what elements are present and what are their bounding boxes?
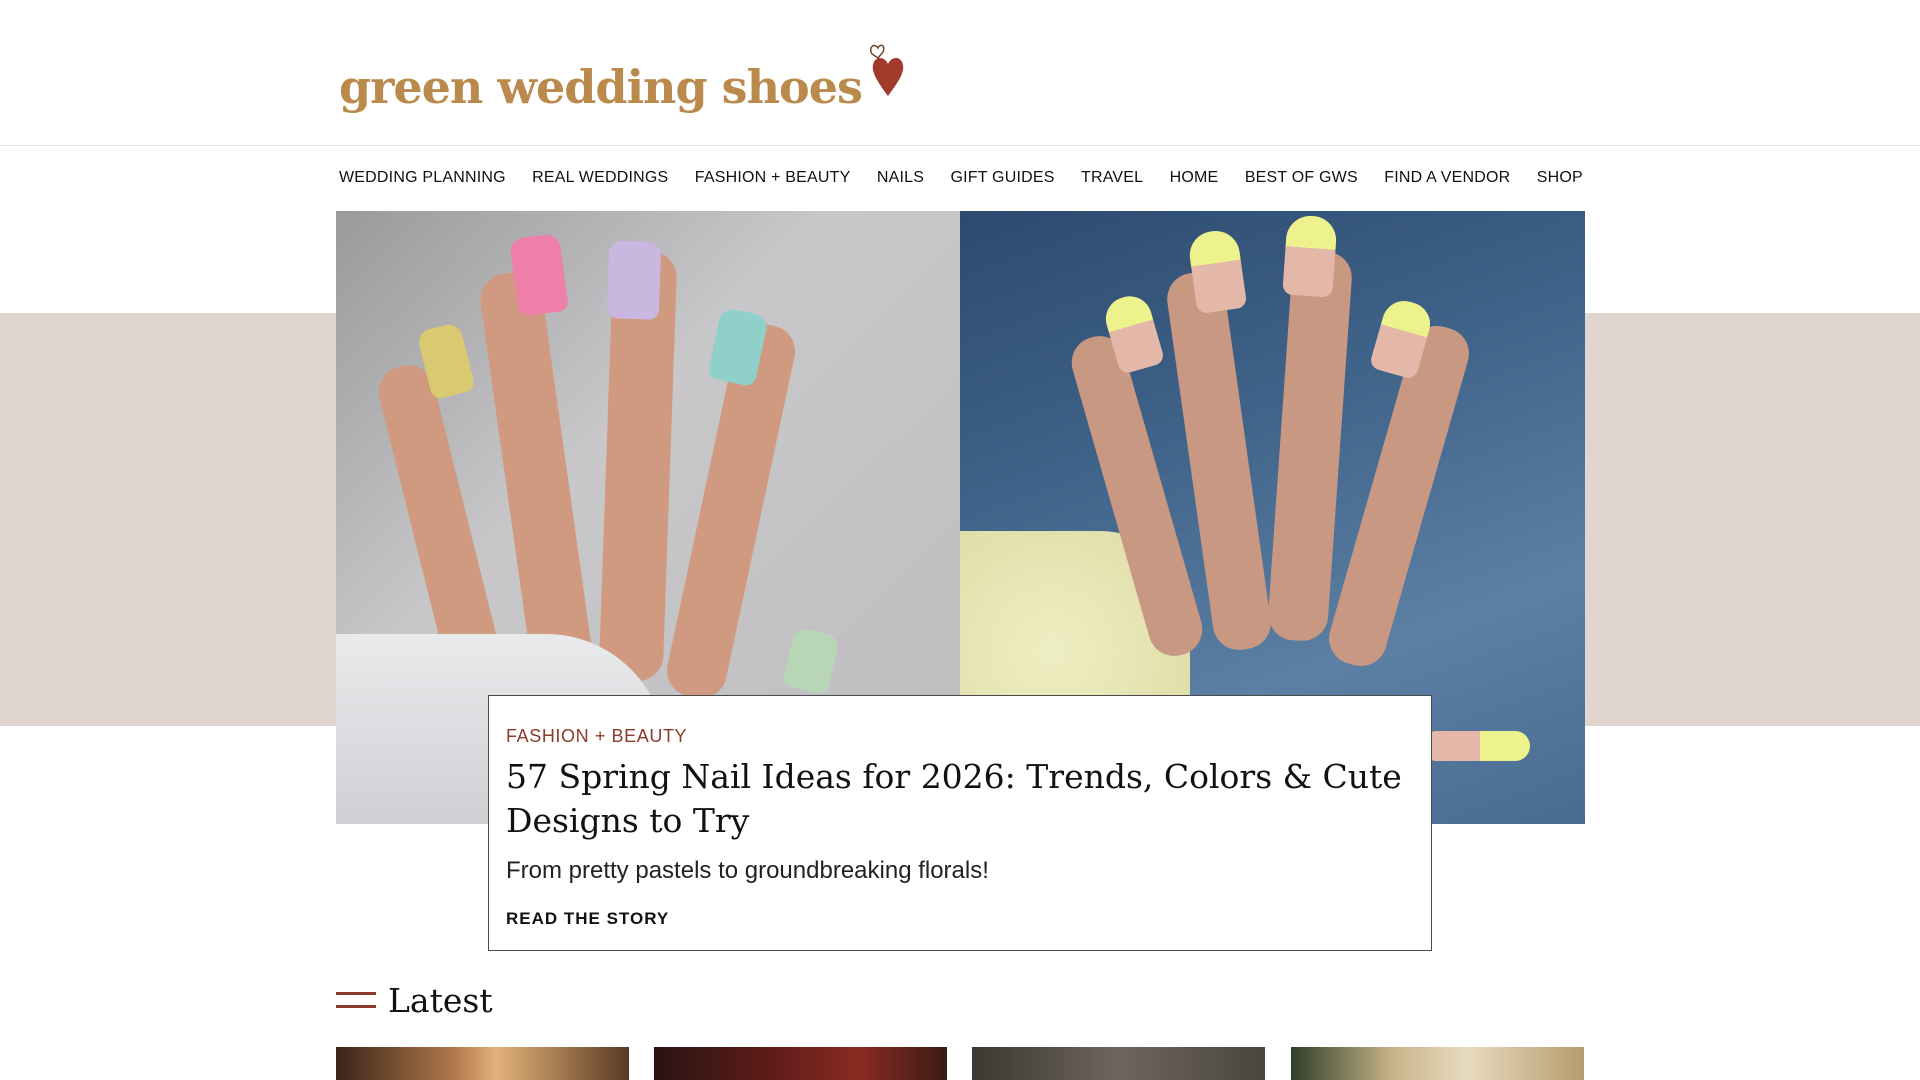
main-nav: WEDDING PLANNING REAL WEDDINGS FASHION +… — [339, 146, 1583, 210]
latest-thumbnail-4[interactable] — [1291, 1047, 1584, 1080]
nav-item-best-of-gws[interactable]: BEST OF GWS — [1245, 169, 1358, 187]
story-category[interactable]: FASHION + BEAUTY — [506, 726, 1414, 747]
nav-item-gift-guides[interactable]: GIFT GUIDES — [950, 169, 1054, 187]
site-logo[interactable]: green wedding shoes — [339, 30, 910, 110]
latest-thumbnail-2[interactable] — [654, 1047, 947, 1080]
heart-icon — [869, 44, 904, 96]
nav-item-fashion-beauty[interactable]: FASHION + BEAUTY — [695, 169, 851, 187]
story-subtitle: From pretty pastels to groundbreaking fl… — [506, 857, 989, 884]
latest-section-heading: Latest — [336, 978, 493, 1022]
logo-wordmark: green wedding shoes — [339, 60, 863, 114]
nav-item-real-weddings[interactable]: REAL WEDDINGS — [532, 169, 668, 187]
site-header: green wedding shoes — [0, 0, 1920, 146]
nav-item-home[interactable]: HOME — [1170, 169, 1219, 187]
story-title[interactable]: 57 Spring Nail Ideas for 2026: Trends, C… — [506, 755, 1414, 843]
nav-item-nails[interactable]: NAILS — [877, 169, 924, 187]
latest-thumbnails — [336, 1047, 1585, 1080]
read-the-story-link[interactable]: READ THE STORY — [506, 909, 669, 929]
nav-item-wedding-planning[interactable]: WEDDING PLANNING — [339, 169, 506, 187]
featured-story-card: FASHION + BEAUTY 57 Spring Nail Ideas fo… — [488, 695, 1432, 951]
latest-thumbnail-3[interactable] — [972, 1047, 1265, 1080]
nav-item-travel[interactable]: TRAVEL — [1081, 169, 1143, 187]
latest-thumbnail-1[interactable] — [336, 1047, 629, 1080]
latest-title: Latest — [388, 980, 493, 1020]
nav-item-shop[interactable]: SHOP — [1537, 169, 1583, 187]
nav-item-find-a-vendor[interactable]: FIND A VENDOR — [1384, 169, 1510, 187]
double-line-icon — [336, 992, 376, 1008]
